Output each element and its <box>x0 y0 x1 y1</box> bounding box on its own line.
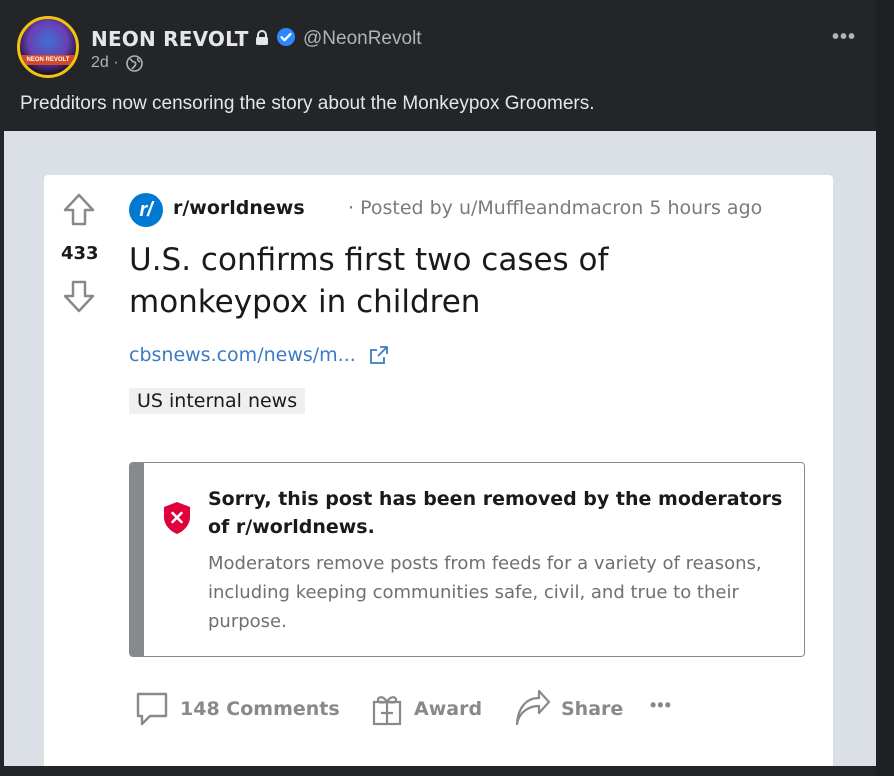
removed-body: Moderators remove posts from feeds for a… <box>208 553 762 632</box>
share-label: Share <box>561 698 624 720</box>
upvote-arrow-icon <box>63 193 95 226</box>
more-options-button[interactable]: ••• <box>832 26 856 49</box>
reddit-more-icon: ••• <box>650 695 672 715</box>
posted-by: · Posted by u/Muffleandmacron 5 hours ag… <box>348 197 763 219</box>
post-age[interactable]: 2d · <box>91 54 119 72</box>
post-screenshot-image[interactable]: 433 r/ r/worldnews · Posted by u/Mufflea… <box>4 131 876 766</box>
post-caption: Predditors now censoring the story about… <box>20 93 595 114</box>
reddit-post-title: U.S. confirms first two cases of monkeyp… <box>129 242 609 320</box>
globe-icon <box>126 55 143 72</box>
external-link: cbsnews.com/news/m... <box>129 344 356 366</box>
downvote-arrow-icon <box>63 280 95 313</box>
reddit-post-card: 433 r/ r/worldnews · Posted by u/Mufflea… <box>44 175 833 766</box>
lock-icon <box>256 30 268 45</box>
gift-icon <box>372 696 402 726</box>
social-post: NEON REVOLT NEON REVOLT @NeonRevolt 2d ·… <box>0 0 876 776</box>
subreddit-name: r/worldnews <box>173 197 305 219</box>
external-link-icon <box>370 346 388 364</box>
verified-badge-icon <box>277 28 295 46</box>
comment-icon <box>136 692 168 726</box>
vote-count: 433 <box>61 243 99 264</box>
removed-notice: Sorry, this post has been removed by the… <box>129 462 805 657</box>
share-icon <box>515 690 551 726</box>
author-handle[interactable]: @NeonRevolt <box>303 28 422 50</box>
shield-x-icon <box>164 502 190 534</box>
post-flair: US internal news <box>129 388 306 414</box>
subreddit-icon: r/ <box>129 193 163 227</box>
comments-label: 148 Comments <box>180 698 340 720</box>
award-label: Award <box>414 698 483 720</box>
removed-title: Sorry, this post has been removed by the… <box>208 488 783 538</box>
avatar-text: NEON REVOLT <box>20 55 76 65</box>
author-name[interactable]: NEON REVOLT <box>91 27 249 51</box>
author-avatar[interactable]: NEON REVOLT <box>17 16 79 78</box>
removed-notice-bar <box>130 463 144 656</box>
